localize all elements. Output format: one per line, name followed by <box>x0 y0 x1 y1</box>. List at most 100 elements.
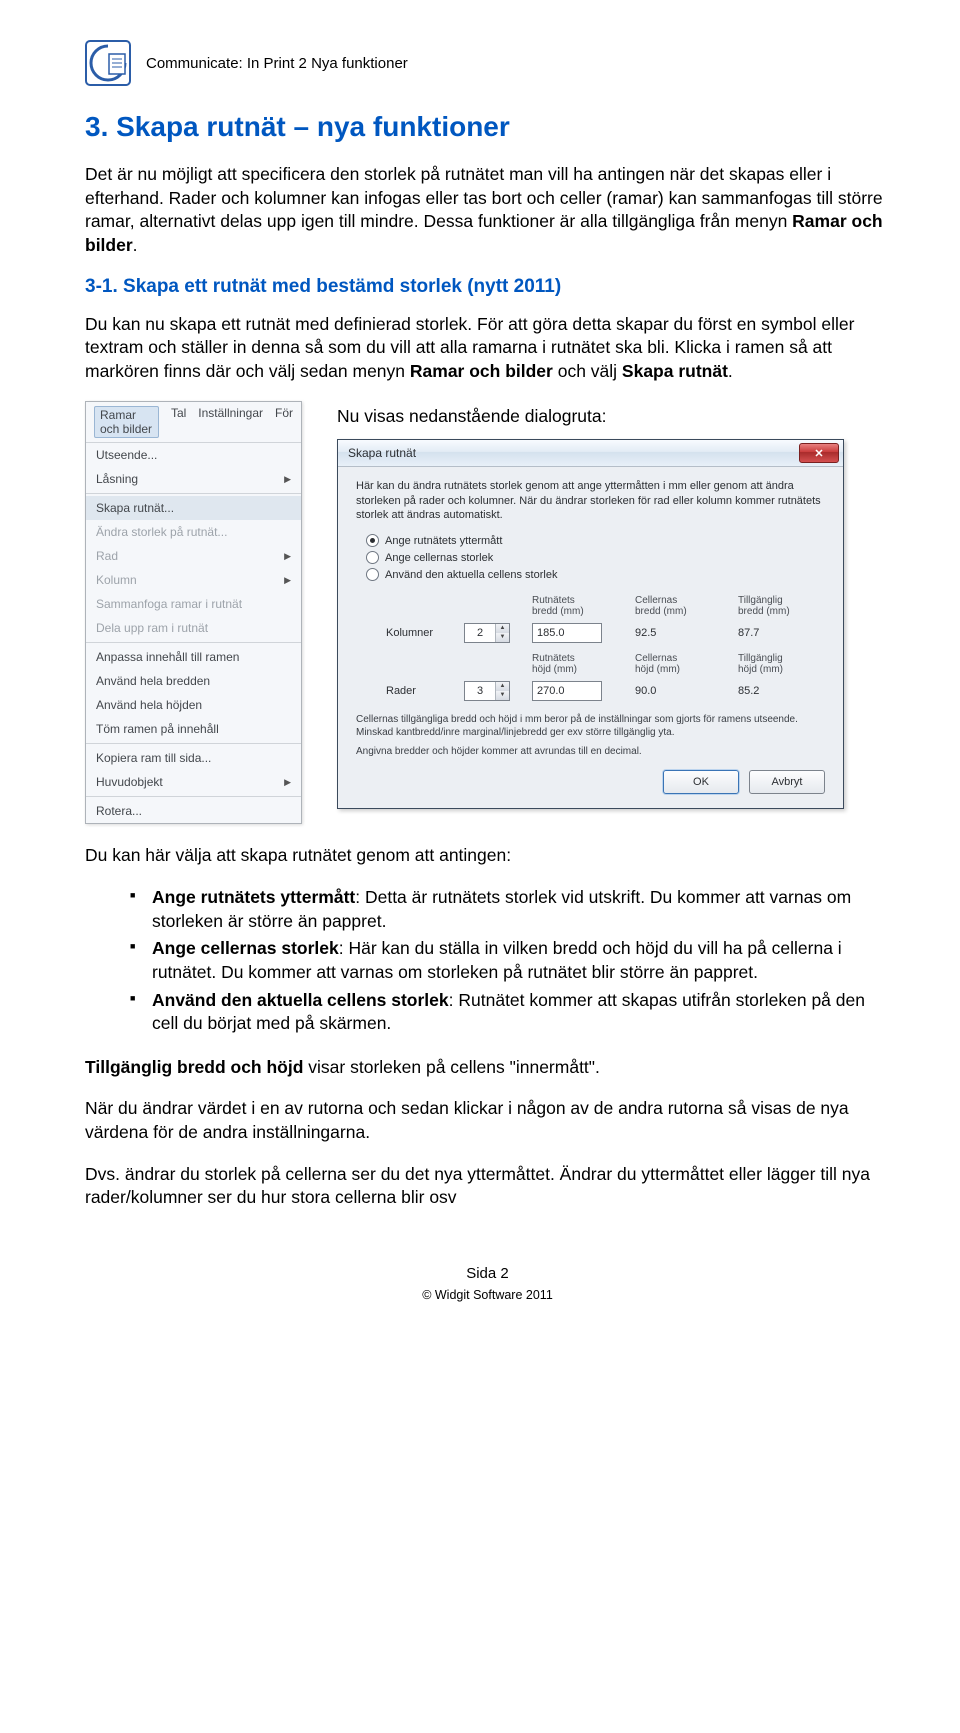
menu-item[interactable]: Töm ramen på innehåll <box>86 717 301 741</box>
menu-item-label: Utseende... <box>96 448 157 462</box>
menu-separator <box>86 493 301 494</box>
paragraph-available: Tillgänglig bredd och höjd visar storlek… <box>85 1056 890 1080</box>
menu-item-label: Töm ramen på innehåll <box>96 722 219 736</box>
menu-item-label: Kopiera ram till sida... <box>96 751 211 765</box>
sub-bold-2: Skapa rutnät <box>622 361 728 381</box>
menu-bar-item[interactable]: För <box>275 406 293 438</box>
menu-dropdown: Ramar och bilder Tal Inställningar För U… <box>85 401 302 824</box>
menu-item-label: Anpassa innehåll till ramen <box>96 650 239 664</box>
menu-item[interactable]: Använd hela bredden <box>86 669 301 693</box>
chevron-right-icon: ▶ <box>284 551 291 562</box>
dialog-caption: Nu visas nedanstående dialogruta: <box>337 406 890 427</box>
options-list: Ange rutnätets yttermått: Detta är rutnä… <box>85 886 890 1036</box>
avail-width-value: 87.7 <box>738 627 833 639</box>
menu-item: Rad ▶ <box>86 544 301 568</box>
app-icon <box>85 40 131 86</box>
dialog-note: Cellernas tillgängliga bredd och höjd i … <box>356 713 825 739</box>
menu-item-label: Använd hela bredden <box>96 674 210 688</box>
intro-text: Det är nu möjligt att specificera den st… <box>85 164 883 231</box>
page-number: Sida 2 <box>85 1265 890 1282</box>
cell-height-value: 90.0 <box>635 685 730 697</box>
subsection-title: 3-1. Skapa ett rutnät med bestämd storle… <box>85 276 890 298</box>
subsection-para: Du kan nu skapa ett rutnät med definiera… <box>85 313 890 384</box>
radio-cell-size[interactable]: Ange cellernas storlek <box>366 551 825 564</box>
radio-outer-size[interactable]: Ange rutnätets yttermått <box>366 534 825 547</box>
section-title: 3. Skapa rutnät – nya funktioner <box>85 111 890 143</box>
menu-item[interactable]: Huvudobjekt ▶ <box>86 770 301 794</box>
menu-item[interactable]: Rotera... <box>86 799 301 823</box>
rows-row: Rader 3 ▲▼ 270.0 90.0 85.2 <box>386 681 825 701</box>
menu-item: Ändra storlek på rutnät... <box>86 520 301 544</box>
radio-icon <box>366 534 379 547</box>
sub-mid: och välj <box>553 361 622 381</box>
menu-item[interactable]: Använd hela höjden <box>86 693 301 717</box>
cancel-button[interactable]: Avbryt <box>749 770 825 794</box>
page-footer: Sida 2 © Widgit Software 2011 <box>85 1265 890 1302</box>
chevron-right-icon: ▶ <box>284 777 291 788</box>
doc-header: Communicate: In Print 2 Nya funktioner <box>85 40 890 86</box>
menu-item-label: Rotera... <box>96 804 142 818</box>
menu-item-label: Dela upp ram i rutnät <box>96 621 208 635</box>
menu-item[interactable]: Skapa rutnät... <box>86 496 301 520</box>
menu-item[interactable]: Låsning ▶ <box>86 467 301 491</box>
radio-icon <box>366 551 379 564</box>
grid-height-input[interactable]: 270.0 <box>532 681 602 701</box>
grid-width-input[interactable]: 185.0 <box>532 623 602 643</box>
menu-bar-item[interactable]: Inställningar <box>198 406 263 438</box>
chevron-right-icon: ▶ <box>284 575 291 586</box>
menu-item-label: Sammanfoga ramar i rutnät <box>96 597 242 611</box>
row-label: Kolumner <box>386 627 456 639</box>
grid-headers: Rutnätetshöjd (mm) Cellernashöjd (mm) Ti… <box>386 653 825 675</box>
menu-item: Sammanfoga ramar i rutnät <box>86 592 301 616</box>
bullet-bold: Ange cellernas storlek <box>152 938 339 958</box>
menu-bar-item[interactable]: Tal <box>171 406 186 438</box>
radio-current-cell[interactable]: Använd den aktuella cellens storlek <box>366 568 825 581</box>
chevron-up-icon: ▲ <box>495 682 509 691</box>
menu-item-label: Använd hela höjden <box>96 698 202 712</box>
menu-item: Dela upp ram i rutnät <box>86 616 301 640</box>
sub-bold-1: Ramar och bilder <box>410 361 553 381</box>
chevron-down-icon: ▼ <box>495 691 509 700</box>
p2-rest: visar storleken på cellens "innermått". <box>303 1057 599 1077</box>
bullet-bold: Ange rutnätets yttermått <box>152 887 355 907</box>
sub-tail: . <box>728 361 733 381</box>
paragraph-dvs: Dvs. ändrar du storlek på cellerna ser d… <box>85 1163 890 1210</box>
dialog-title: Skapa rutnät <box>348 446 416 460</box>
menu-item: Kolumn▶ <box>86 568 301 592</box>
ok-button[interactable]: OK <box>663 770 739 794</box>
menu-item-label: Skapa rutnät... <box>96 501 174 515</box>
menu-item-label: Rad <box>96 549 118 563</box>
menu-item[interactable]: Kopiera ram till sida... <box>86 746 301 770</box>
menu-separator <box>86 642 301 643</box>
menu-bar-selected[interactable]: Ramar och bilder <box>94 406 159 438</box>
grid-headers: Rutnätetsbredd (mm) Cellernasbredd (mm) … <box>386 595 825 617</box>
close-icon[interactable]: ✕ <box>799 443 839 463</box>
radio-label: Ange rutnätets yttermått <box>385 535 502 547</box>
doc-title: Communicate: In Print 2 Nya funktioner <box>146 55 408 72</box>
list-item: Använd den aktuella cellens storlek: Rut… <box>130 989 890 1036</box>
rows-stepper[interactable]: 3 ▲▼ <box>464 681 510 701</box>
bullet-bold: Använd den aktuella cellens storlek <box>152 990 449 1010</box>
after-lead: Du kan här välja att skapa rutnätet geno… <box>85 844 890 868</box>
menu-separator <box>86 796 301 797</box>
menu-item-label: Låsning <box>96 472 138 486</box>
avail-height-value: 85.2 <box>738 685 833 697</box>
create-grid-dialog: Skapa rutnät ✕ Här kan du ändra rutnätet… <box>337 439 844 809</box>
radio-label: Använd den aktuella cellens storlek <box>385 569 557 581</box>
menu-item[interactable]: Utseende... <box>86 443 301 467</box>
radio-label: Ange cellernas storlek <box>385 552 493 564</box>
menu-separator <box>86 743 301 744</box>
dialog-note: Angivna bredder och höjder kommer att av… <box>356 745 825 758</box>
columns-stepper[interactable]: 2 ▲▼ <box>464 623 510 643</box>
list-item: Ange rutnätets yttermått: Detta är rutnä… <box>130 886 890 933</box>
row-label: Rader <box>386 685 456 697</box>
menu-bar: Ramar och bilder Tal Inställningar För <box>86 402 301 443</box>
p2-bold: Tillgänglig bredd och höjd <box>85 1057 303 1077</box>
radio-icon <box>366 568 379 581</box>
menu-item-label: Huvudobjekt <box>96 775 163 789</box>
section-intro: Det är nu möjligt att specificera den st… <box>85 163 890 258</box>
dialog-titlebar: Skapa rutnät ✕ <box>338 440 843 467</box>
menu-item[interactable]: Anpassa innehåll till ramen <box>86 645 301 669</box>
copyright: © Widgit Software 2011 <box>85 1288 890 1302</box>
chevron-right-icon: ▶ <box>284 474 291 485</box>
